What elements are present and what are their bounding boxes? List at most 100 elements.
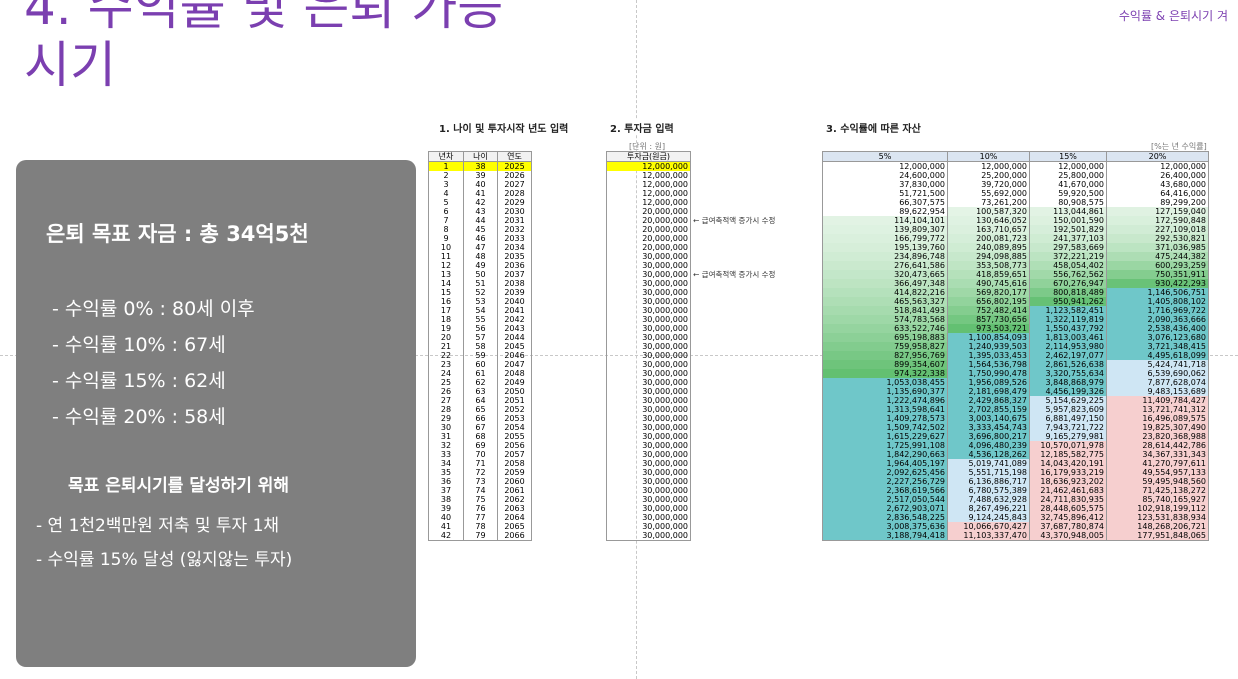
asset-cell: 85,740,165,927 [1106,495,1209,504]
principal-cell[interactable]: 30,000,000 [606,522,691,531]
table-row: 14 51 2038 [428,279,532,288]
principal-cell[interactable]: 30,000,000 [606,351,691,360]
principal-cell[interactable]: 30,000,000 [606,342,691,351]
asset-cell: 1,509,742,502 [822,423,948,432]
principal-cell[interactable]: 30,000,000 [606,378,691,387]
age-cell: 40 [463,180,498,189]
principal-cell[interactable]: 30,000,000 [606,486,691,495]
asset-cell: 114,104,101 [822,216,948,225]
principal-cell[interactable]: 30,000,000 [606,387,691,396]
asset-cell: 89,622,954 [822,207,948,216]
principal-cell[interactable]: 30,000,000 [606,252,691,261]
principal-cell[interactable]: 12,000,000 [606,171,691,180]
retirement-goal: 은퇴 목표 자금 : 총 34억5천 [46,222,309,246]
principal-cell[interactable]: 30,000,000 [606,459,691,468]
asset-cell: 1,750,990,478 [947,369,1030,378]
table-row: 30,000,000 [606,342,691,351]
asset-cell: 130,646,052 [947,216,1030,225]
asset-cell: 2,538,436,400 [1106,324,1209,333]
principal-cell[interactable]: 20,000,000 [606,216,691,225]
principal-cell[interactable]: 30,000,000 [606,324,691,333]
asset-cell: 1,964,405,197 [822,459,948,468]
age-cell: 66 [463,414,498,423]
principal-cell[interactable]: 12,000,000 [606,198,691,207]
year-cell: 2029 [497,198,532,207]
principal-cell[interactable]: 30,000,000 [606,495,691,504]
asset-cell: 12,000,000 [1106,161,1209,171]
principal-cell[interactable]: 12,000,000 [606,161,691,171]
age-cell[interactable]: 38 [463,161,498,171]
asset-cell: 827,956,769 [822,351,948,360]
principal-cell[interactable]: 30,000,000 [606,531,691,541]
asset-cell: 12,000,000 [947,161,1030,171]
table-row: 11 48 2035 [428,252,532,261]
principal-cell[interactable]: 30,000,000 [606,504,691,513]
table-row: 1,725,991,108 4,096,480,239 10,570,071,978… [822,441,1209,450]
table-row: 30,000,000 [606,387,691,396]
year-cell: 2039 [497,288,532,297]
asset-cell: 241,377,103 [1029,234,1107,243]
principal-cell[interactable]: 30,000,000 [606,306,691,315]
principal-cell[interactable]: 30,000,000 [606,261,691,270]
principal-cell[interactable]: 30,000,000 [606,360,691,369]
asset-cell: 574,783,568 [822,315,948,324]
asset-cell: 6,539,690,062 [1106,369,1209,378]
principal-cell[interactable]: 20,000,000 [606,225,691,234]
principal-cell[interactable]: 30,000,000 [606,414,691,423]
year-cell: 2059 [497,468,532,477]
table-row: 30,000,000 [606,414,691,423]
principal-cell[interactable]: 20,000,000 [606,243,691,252]
principal-cell[interactable]: 30,000,000 [606,432,691,441]
table-row: 2,517,050,544 7,488,632,928 24,711,830,935… [822,495,1209,504]
table-row: 1,222,474,896 2,429,868,327 5,154,629,225 1… [822,396,1209,405]
asset-cell: 4,456,199,326 [1029,387,1107,396]
year-cell: 2047 [497,360,532,369]
asset-cell: 4,096,480,239 [947,441,1030,450]
rate-line: - 수익률 15% : 62세 [52,370,226,392]
principal-cell[interactable]: 30,000,000 [606,513,691,522]
principal-cell[interactable]: 30,000,000 [606,315,691,324]
principal-cell[interactable]: 30,000,000 [606,468,691,477]
asset-cell: 1,322,119,819 [1029,315,1107,324]
principal-cell[interactable]: 30,000,000 [606,369,691,378]
table-row: 1,509,742,502 3,333,454,743 7,943,721,722 1… [822,423,1209,432]
principal-cell[interactable]: 30,000,000 [606,297,691,306]
year-count-cell[interactable]: 1 [428,161,464,171]
principal-cell[interactable]: 12,000,000 [606,189,691,198]
principal-cell[interactable]: 20,000,000 [606,234,691,243]
principal-cell[interactable]: 30,000,000 [606,333,691,342]
asset-cell: 3,003,140,675 [947,414,1030,423]
col-header-principal: 투자금(원금) [606,151,691,162]
table-row: 23 60 2047 [428,360,532,369]
year-cell: 2049 [497,378,532,387]
table-row: 30,000,000 [606,486,691,495]
rate-line: - 수익률 20% : 58세 [52,406,226,428]
principal-cell[interactable]: 30,000,000 [606,279,691,288]
table-row: 21 58 2045 [428,342,532,351]
principal-cell[interactable]: 20,000,000 [606,207,691,216]
principal-cell[interactable]: 30,000,000 [606,288,691,297]
year-cell[interactable]: 2025 [497,161,532,171]
principal-cell[interactable]: 30,000,000 [606,270,691,279]
principal-cell[interactable]: 30,000,000 [606,405,691,414]
table-row: 30,000,000 [606,405,691,414]
table-row: 30,000,000 [606,378,691,387]
principal-cell[interactable]: 12,000,000 [606,180,691,189]
table-row: 30 67 2054 [428,423,532,432]
table-row: 30,000,000 [606,324,691,333]
principal-cell[interactable]: 30,000,000 [606,450,691,459]
asset-cell: 6,881,497,150 [1029,414,1107,423]
asset-cell: 5,551,715,198 [947,468,1030,477]
year-cell: 2028 [497,189,532,198]
table-row: 465,563,327 656,802,195 950,941,262 1,405,8… [822,297,1209,306]
year-cell: 2040 [497,297,532,306]
table-row: 30,000,000 [606,396,691,405]
age-cell: 47 [463,243,498,252]
principal-cell[interactable]: 30,000,000 [606,423,691,432]
asset-cell: 3,848,868,979 [1029,378,1107,387]
table-row: 30,000,000 [606,504,691,513]
principal-cell[interactable]: 30,000,000 [606,477,691,486]
asset-cell: 2,672,903,071 [822,504,948,513]
principal-cell[interactable]: 30,000,000 [606,396,691,405]
principal-cell[interactable]: 30,000,000 [606,441,691,450]
